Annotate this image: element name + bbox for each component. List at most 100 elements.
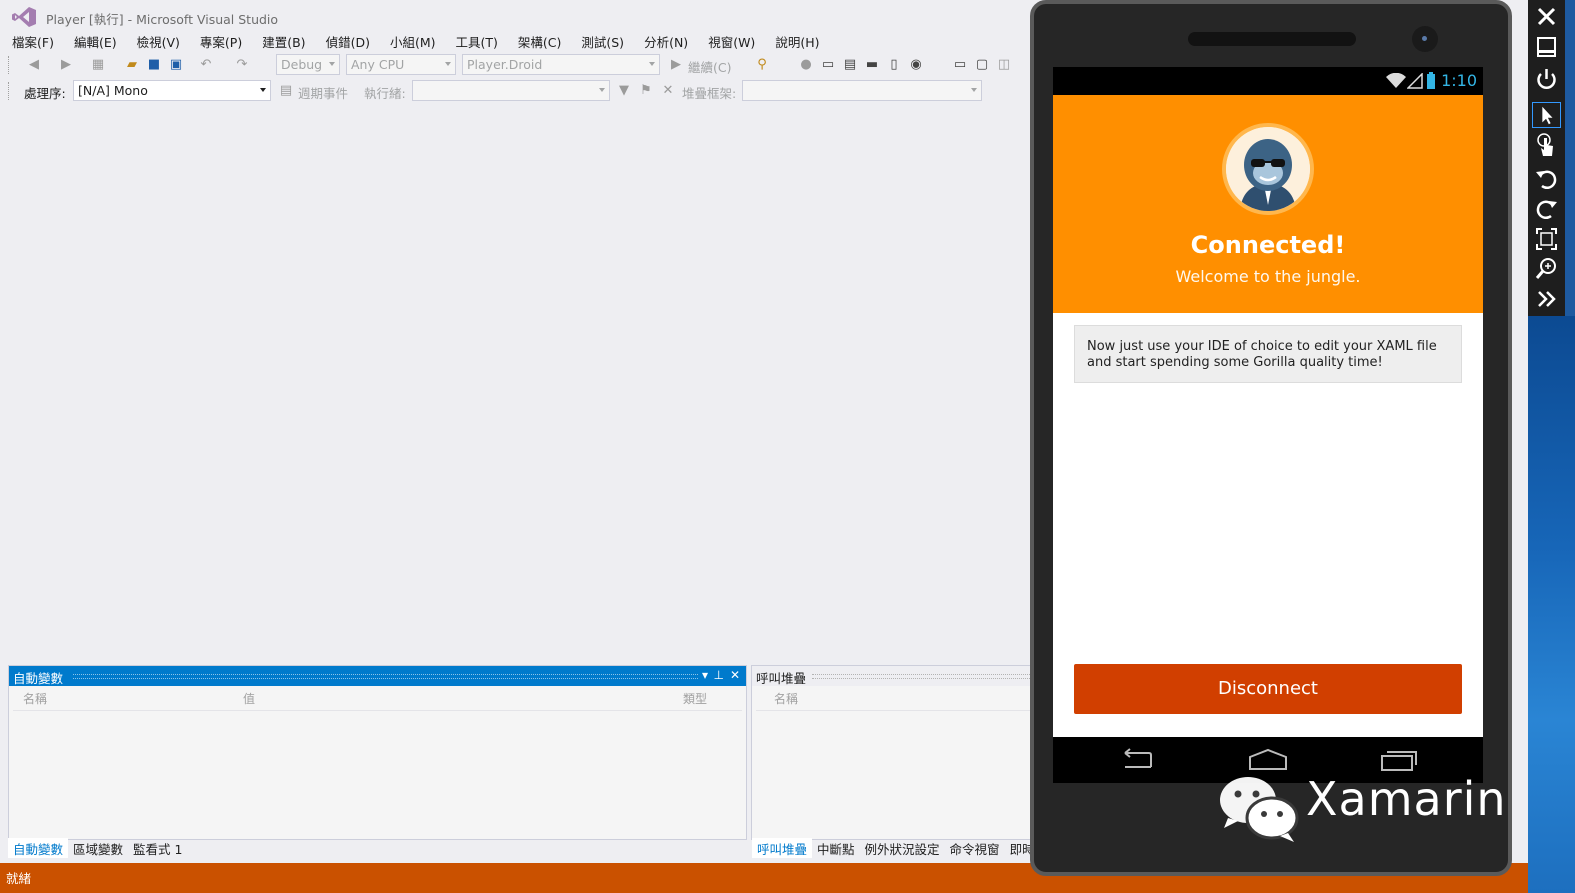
lifecycle-events-button[interactable]: 週期事件 bbox=[298, 83, 348, 102]
redo-icon[interactable]: ↷ bbox=[234, 57, 250, 73]
zoom-icon[interactable] bbox=[1532, 256, 1561, 282]
autos-panel-tabs: 自動變數 區域變數 監看式 1 bbox=[8, 838, 187, 858]
connected-title: Connected! bbox=[1190, 231, 1346, 259]
menu-team[interactable]: 小組(M) bbox=[390, 31, 436, 51]
menu-architecture[interactable]: 架構(C) bbox=[518, 31, 561, 51]
visual-studio-logo-icon bbox=[12, 7, 36, 27]
breakpoint-icon[interactable]: ● bbox=[798, 57, 814, 73]
wifi-icon bbox=[1386, 73, 1406, 88]
debug-location-toolbar: 處理序: [N/A] Mono ▤ 週期事件 執行緒: ▼ ⚑ ✕ 堆疊框架: bbox=[8, 79, 1032, 103]
more-icon[interactable] bbox=[1532, 286, 1561, 312]
open-file-icon[interactable]: ▰ bbox=[124, 57, 140, 73]
process-label: 處理序: bbox=[24, 86, 66, 101]
menu-project[interactable]: 專案(P) bbox=[200, 31, 242, 51]
rotate-left-icon[interactable] bbox=[1532, 166, 1561, 192]
step-icon[interactable]: ▭ bbox=[820, 57, 836, 73]
pin-icon[interactable]: ⊥ bbox=[714, 668, 724, 682]
menu-bar: 檔案(F) 編輯(E) 檢視(V) 專案(P) 建置(B) 偵錯(D) 小組(M… bbox=[0, 31, 1030, 51]
minimize-icon[interactable] bbox=[1532, 34, 1561, 60]
status-text: 就緒 bbox=[6, 871, 32, 886]
thread-dropdown[interactable] bbox=[412, 80, 610, 101]
android-sdk-icon[interactable]: ▯ bbox=[886, 57, 902, 73]
standard-toolbar: ◀ ▶ ▦ ▰ ■ ▣ ↶ ↷ Debug Any CPU Player.Dro… bbox=[8, 53, 1032, 77]
call-stack-panel-title: 呼叫堆疊 bbox=[756, 671, 807, 686]
gorilla-avatar-icon bbox=[1222, 123, 1314, 215]
menu-tools[interactable]: 工具(T) bbox=[456, 31, 498, 51]
find-icon[interactable]: ⚲ bbox=[754, 57, 770, 73]
menu-build[interactable]: 建置(B) bbox=[262, 31, 305, 51]
new-project-icon[interactable]: ▦ bbox=[90, 57, 106, 73]
publish-icon[interactable]: ◫ bbox=[996, 57, 1012, 73]
toggle-icon[interactable]: ✕ bbox=[660, 83, 676, 99]
platform-dropdown[interactable]: Any CPU bbox=[346, 54, 456, 75]
toolbar-grip[interactable] bbox=[8, 82, 12, 100]
tab-exception-settings[interactable]: 例外狀況設定 bbox=[860, 838, 945, 858]
tab-breakpoints[interactable]: 中斷點 bbox=[812, 838, 860, 858]
touch-icon[interactable] bbox=[1532, 132, 1561, 158]
menu-file[interactable]: 檔案(F) bbox=[12, 31, 54, 51]
flag-threads-icon[interactable]: ⚑ bbox=[638, 83, 654, 99]
column-header-name[interactable]: 名稱 bbox=[774, 690, 798, 707]
menu-help[interactable]: 說明(H) bbox=[775, 31, 819, 51]
filter-icon[interactable]: ▼ bbox=[616, 83, 632, 99]
menu-analyze[interactable]: 分析(N) bbox=[644, 31, 688, 51]
android-emulator: 1:10 Connected! Welcome to the jungle. N… bbox=[1030, 0, 1512, 876]
tab-autos[interactable]: 自動變數 bbox=[8, 838, 69, 858]
autos-panel: 自動變數 ▾ ⊥ ✕ 名稱 值 類型 bbox=[8, 665, 747, 840]
stack-frame-dropdown[interactable] bbox=[742, 80, 982, 101]
navigate-forward-icon[interactable]: ▶ bbox=[58, 57, 74, 73]
menu-test[interactable]: 測試(S) bbox=[581, 31, 624, 51]
desktop-background bbox=[1528, 316, 1575, 893]
xamarin-profiler-icon[interactable]: ◉ bbox=[908, 57, 924, 73]
autos-panel-header: 自動變數 ▾ ⊥ ✕ bbox=[9, 666, 746, 686]
continue-play-icon[interactable]: ▶ bbox=[668, 57, 684, 73]
editor-area bbox=[0, 104, 1030, 660]
navigate-back-icon[interactable]: ◀ bbox=[26, 57, 42, 73]
camera-icon bbox=[1412, 26, 1438, 52]
save-all-icon[interactable]: ▣ bbox=[168, 57, 184, 73]
toolbar-grip[interactable] bbox=[8, 56, 12, 74]
tab-command-window[interactable]: 命令視窗 bbox=[945, 838, 1005, 858]
continue-button[interactable]: 繼續(C) bbox=[688, 57, 731, 76]
speaker-grille bbox=[1188, 32, 1356, 46]
thread-label: 執行緒: bbox=[364, 86, 406, 101]
startup-project-dropdown[interactable]: Player.Droid bbox=[462, 54, 660, 75]
power-icon[interactable] bbox=[1532, 66, 1561, 92]
column-header-value[interactable]: 值 bbox=[243, 690, 255, 707]
pointer-icon[interactable] bbox=[1532, 102, 1561, 128]
close-icon[interactable] bbox=[1532, 4, 1561, 30]
instructions-text: Now just use your IDE of choice to edit … bbox=[1087, 339, 1437, 370]
back-icon[interactable] bbox=[1117, 747, 1157, 773]
tab-watch-1[interactable]: 監看式 1 bbox=[128, 838, 187, 858]
device-icon[interactable]: ▤ bbox=[842, 57, 858, 73]
battery-icon bbox=[1427, 72, 1435, 89]
lifecycle-events-icon[interactable]: ▤ bbox=[278, 83, 294, 99]
remote-device-icon[interactable]: ▢ bbox=[974, 57, 990, 73]
device-screen: 1:10 Connected! Welcome to the jungle. N… bbox=[1053, 67, 1483, 783]
configuration-dropdown[interactable]: Debug bbox=[276, 54, 340, 75]
autos-panel-title: 自動變數 bbox=[13, 671, 64, 686]
fit-screen-icon[interactable] bbox=[1532, 226, 1561, 252]
menu-edit[interactable]: 編輯(E) bbox=[74, 31, 117, 51]
monitor-icon[interactable]: ▭ bbox=[952, 57, 968, 73]
wechat-logo-icon bbox=[1220, 777, 1299, 842]
disconnect-button[interactable]: Disconnect bbox=[1074, 664, 1462, 714]
menu-debug[interactable]: 偵錯(D) bbox=[326, 31, 370, 51]
menu-window[interactable]: 視窗(W) bbox=[708, 31, 755, 51]
rotate-right-icon[interactable] bbox=[1532, 196, 1561, 222]
platform-value: Any CPU bbox=[351, 57, 405, 72]
close-icon[interactable]: ✕ bbox=[730, 668, 740, 682]
column-header-name[interactable]: 名稱 bbox=[23, 690, 47, 707]
terminal-icon[interactable]: ▬ bbox=[864, 57, 880, 73]
status-clock: 1:10 bbox=[1441, 71, 1477, 90]
wechat-xamarin-watermark: Xamarin bbox=[1218, 770, 1518, 850]
panel-dropdown-icon[interactable]: ▾ bbox=[702, 668, 708, 682]
menu-view[interactable]: 檢視(V) bbox=[137, 31, 180, 51]
process-value: [N/A] Mono bbox=[78, 83, 148, 98]
tab-locals[interactable]: 區域變數 bbox=[68, 838, 128, 858]
save-icon[interactable]: ■ bbox=[146, 57, 162, 73]
process-dropdown[interactable]: [N/A] Mono bbox=[73, 80, 271, 101]
tab-call-stack[interactable]: 呼叫堆疊 bbox=[752, 838, 813, 858]
undo-icon[interactable]: ↶ bbox=[198, 57, 214, 73]
column-header-type[interactable]: 類型 bbox=[683, 690, 707, 707]
